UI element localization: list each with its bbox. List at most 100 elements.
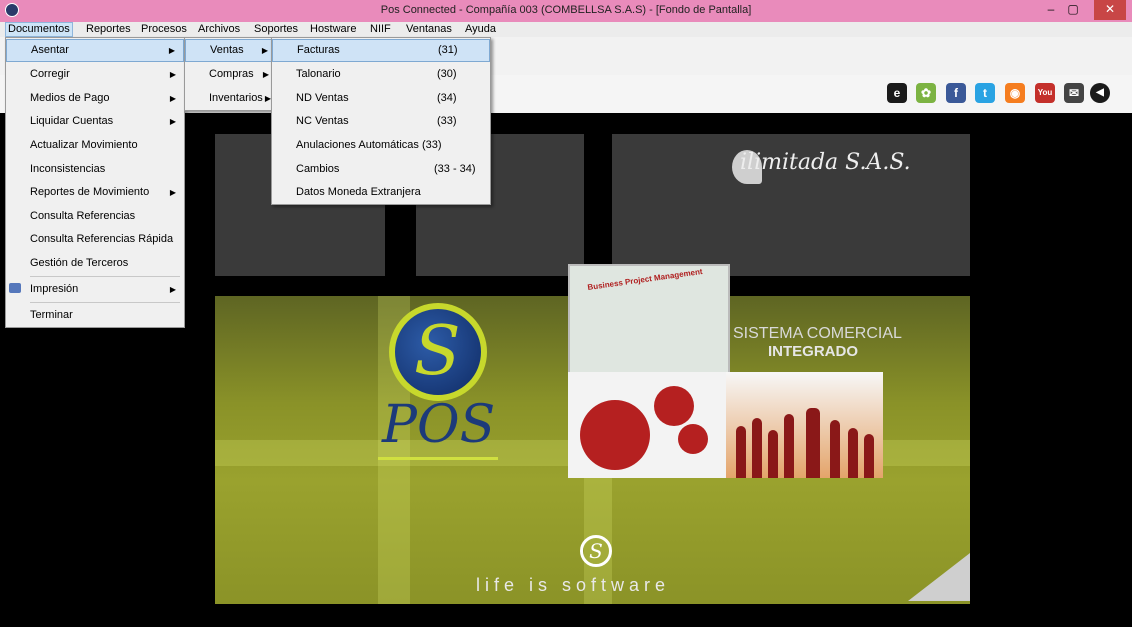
menu-item-label: Inventarios (209, 92, 263, 104)
menu-item-ventas[interactable]: Ventas ▶ (185, 39, 273, 62)
menu-item-cambios[interactable]: Cambios (33 - 34) (272, 158, 490, 181)
menu-item-label: NC Ventas (296, 115, 349, 127)
chevron-right-icon: ▶ (169, 117, 176, 126)
menu-ayuda[interactable]: Ayuda (465, 22, 496, 37)
menu-item-count: (34) (437, 92, 457, 104)
menu-item-impresion[interactable]: Impresión ▶ (6, 278, 184, 301)
person-icon (848, 428, 858, 478)
menu-item-count: (31) (438, 44, 458, 56)
facebook-icon[interactable]: f (946, 83, 966, 103)
menu-niif[interactable]: NIIF (370, 22, 391, 37)
menu-item-count: (33) (437, 115, 457, 127)
menu-item-terminar[interactable]: Terminar (6, 304, 184, 327)
person-icon (806, 408, 820, 478)
menu-soportes[interactable]: Soportes (254, 22, 298, 37)
menu-item-label: Liquidar Cuentas (30, 115, 114, 127)
pos-underline (378, 457, 498, 460)
gear-icon (678, 424, 708, 454)
menu-separator (30, 302, 180, 303)
menu-ventanas[interactable]: Ventanas (406, 22, 452, 37)
menu-documentos[interactable]: Documentos (5, 22, 73, 37)
sistema-line1: SISTEMA COMERCIAL (733, 325, 902, 342)
twitter-icon[interactable]: t (975, 83, 995, 103)
menu-item-label: Actualizar Movimiento (30, 139, 138, 151)
menu-item-label: Terminar (30, 309, 73, 321)
menu-archivos[interactable]: Archivos (198, 22, 240, 37)
chevron-right-icon: ▶ (262, 70, 269, 79)
menu-item-nd-ventas[interactable]: ND Ventas (34) (272, 87, 490, 110)
menu-item-label: Anulaciones Automáticas (33) (296, 139, 442, 151)
menu-item-label: Talonario (296, 68, 341, 80)
youtube-icon[interactable]: You (1035, 83, 1055, 103)
chevron-right-icon: ▶ (168, 46, 175, 55)
menu-item-anulaciones-automaticas[interactable]: Anulaciones Automáticas (33) (272, 134, 490, 157)
e-icon[interactable]: e (887, 83, 907, 103)
menu-item-label: Consulta Referencias Rápida (30, 233, 174, 245)
menu-item-consulta-referencias[interactable]: Consulta Referencias (6, 205, 184, 228)
maximize-button[interactable]: ▢ (1062, 0, 1084, 20)
asentar-submenu: Ventas ▶ Compras ▶ Inventarios ▶ (184, 37, 274, 111)
menu-item-talonario[interactable]: Talonario (30) (272, 63, 490, 86)
menu-item-actualizar-movimiento[interactable]: Actualizar Movimiento (6, 134, 184, 157)
gear-icon (654, 386, 694, 426)
menu-reportes[interactable]: Reportes (86, 22, 131, 37)
menu-item-nc-ventas[interactable]: NC Ventas (33) (272, 110, 490, 133)
business-people-image (726, 372, 883, 478)
menu-item-label: Inconsistencias (30, 163, 106, 175)
menu-item-consulta-referencias-rapida[interactable]: Consulta Referencias Rápida (6, 228, 184, 251)
android-icon[interactable]: ✿ (916, 83, 936, 103)
menu-item-label: Corregir (30, 68, 70, 80)
chevron-right-icon: ▶ (261, 46, 268, 55)
sistema-line2: INTEGRADO (768, 343, 858, 360)
menu-item-inconsistencias[interactable]: Inconsistencias (6, 158, 184, 181)
title-bar: Pos Connected - Compañía 003 (COMBELLSA … (0, 0, 1132, 22)
documentos-dropdown: Asentar ▶ Corregir ▶ Medios de Pago ▶ Li… (5, 37, 185, 328)
page-curl-corner (908, 553, 970, 601)
menu-item-liquidar-cuentas[interactable]: Liquidar Cuentas ▶ (6, 110, 184, 133)
menu-item-count: (30) (437, 68, 457, 80)
person-icon (784, 414, 794, 478)
menu-item-datos-moneda-extranjera[interactable]: Datos Moneda Extranjera (272, 181, 490, 204)
minimize-button[interactable]: – (1040, 0, 1062, 20)
window-title: Pos Connected - Compañía 003 (COMBELLSA … (380, 4, 752, 16)
menu-procesos[interactable]: Procesos (141, 22, 187, 37)
menu-item-label: Datos Moneda Extranjera (296, 186, 421, 198)
mail-icon[interactable]: ✉ (1064, 83, 1084, 103)
menu-item-label: Reportes de Movimiento (30, 186, 150, 198)
printer-icon (9, 283, 21, 293)
menu-item-reportes-de-movimiento[interactable]: Reportes de Movimiento ▶ (6, 181, 184, 204)
menu-item-corregir[interactable]: Corregir ▶ (6, 63, 184, 86)
chevron-right-icon: ▶ (169, 94, 176, 103)
menu-item-label: Impresión (30, 283, 79, 295)
gears-image (568, 372, 728, 478)
menu-item-gestion-de-terceros[interactable]: Gestión de Terceros (6, 252, 184, 275)
menu-item-label: Gestión de Terceros (30, 257, 129, 269)
close-button[interactable]: ✕ (1094, 0, 1126, 20)
back-icon[interactable]: ◀ (1090, 83, 1110, 103)
menu-item-label: Facturas (297, 44, 340, 56)
menu-hostware[interactable]: Hostware (310, 22, 356, 37)
person-icon (768, 430, 778, 478)
chevron-right-icon: ▶ (169, 70, 176, 79)
person-icon (830, 420, 840, 478)
person-icon (864, 434, 874, 478)
menu-item-label: Consulta Referencias (30, 210, 136, 222)
software-logo-icon: S (580, 535, 612, 567)
ventas-submenu: Facturas (31) Talonario (30) ND Ventas (… (271, 37, 491, 205)
gear-icon (580, 400, 650, 470)
menu-item-medios-de-pago[interactable]: Medios de Pago ▶ (6, 87, 184, 110)
menu-item-label: Cambios (296, 163, 340, 175)
chevron-right-icon: ▶ (169, 285, 176, 294)
menu-item-asentar[interactable]: Asentar ▶ (6, 39, 184, 62)
menu-item-label: Asentar (31, 44, 69, 56)
menu-item-inventarios[interactable]: Inventarios ▶ (185, 87, 273, 110)
menu-bar: Documentos Reportes Procesos Archivos So… (0, 22, 1132, 37)
brand-name: ilimitada S.A.S. (740, 150, 911, 175)
menu-separator (30, 276, 180, 277)
tagline: life is software (476, 575, 671, 595)
menu-item-label: Medios de Pago (30, 92, 110, 104)
menu-item-facturas[interactable]: Facturas (31) (272, 39, 490, 62)
menu-item-compras[interactable]: Compras ▶ (185, 63, 273, 86)
rss-icon[interactable]: ◉ (1005, 83, 1025, 103)
person-icon (752, 418, 762, 478)
